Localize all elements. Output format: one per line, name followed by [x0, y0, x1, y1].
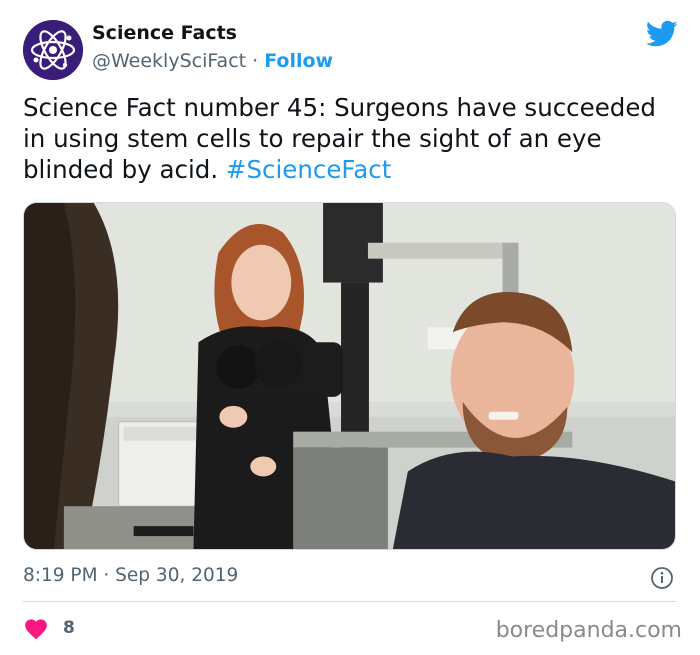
tweet-media-photo[interactable]	[23, 202, 676, 550]
author-handle[interactable]: @WeeklySciFact	[92, 50, 246, 72]
info-icon[interactable]	[650, 566, 674, 590]
divider	[23, 601, 676, 602]
follow-button[interactable]: Follow	[264, 50, 333, 72]
author-handle-row: @WeeklySciFact · Follow	[92, 50, 333, 72]
photo-illustration	[24, 203, 675, 549]
avatar[interactable]	[23, 20, 83, 80]
tweet-text: Science Fact number 45: Surgeons have su…	[23, 92, 683, 185]
heart-icon[interactable]	[23, 616, 49, 640]
handle-separator: ·	[246, 50, 265, 72]
like-count: 8	[63, 618, 75, 638]
like-action[interactable]: 8	[23, 614, 75, 642]
watermark: boredpanda.com	[495, 618, 682, 643]
twitter-bird-icon[interactable]	[646, 20, 678, 48]
author-name[interactable]: Science Facts	[92, 22, 237, 44]
tweet-timestamp[interactable]: 8:19 PM · Sep 30, 2019	[23, 565, 238, 586]
atom-logo-icon	[23, 20, 83, 80]
hashtag-link[interactable]: #ScienceFact	[226, 155, 391, 184]
